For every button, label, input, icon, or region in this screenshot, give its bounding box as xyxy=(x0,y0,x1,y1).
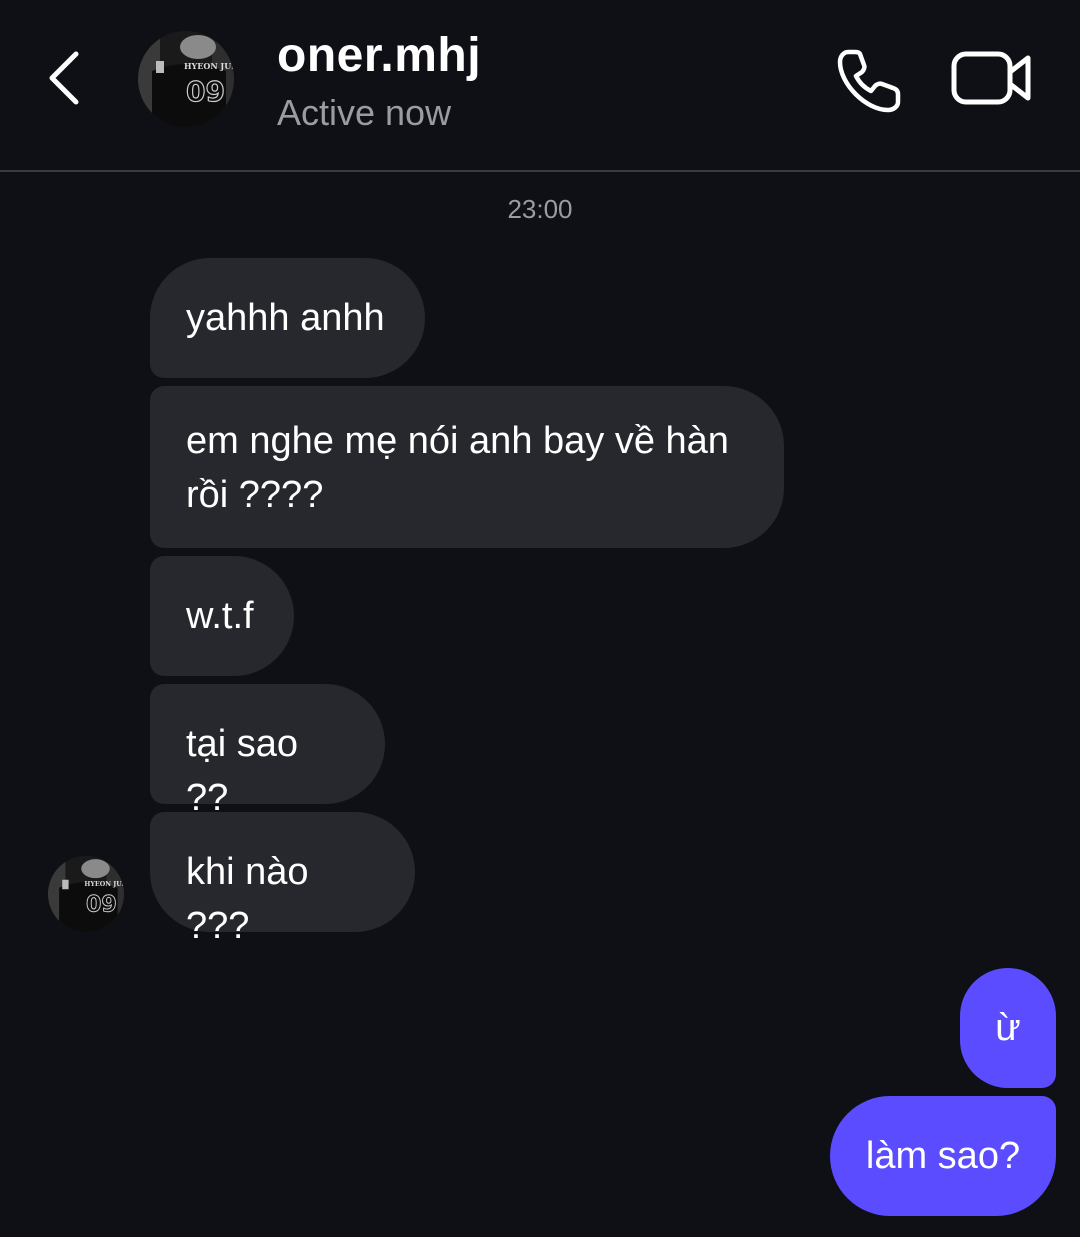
incoming-message[interactable]: w.t.f xyxy=(150,556,294,676)
back-icon xyxy=(49,51,79,105)
back-button[interactable] xyxy=(36,46,92,110)
incoming-message[interactable]: khi nào ??? xyxy=(150,812,415,947)
avatar-image: HYEON JUN 09 xyxy=(138,31,234,127)
jersey-number-text: 09 xyxy=(186,75,225,108)
video-camera-icon xyxy=(951,51,1031,105)
active-status: Active now xyxy=(277,92,452,133)
phone-icon xyxy=(837,49,901,113)
jersey-number-text: 09 xyxy=(86,891,117,917)
contact-avatar[interactable]: HYEON JUN 09 xyxy=(138,31,234,127)
video-call-button[interactable] xyxy=(948,46,1036,110)
avatar-image: HYEON JUN 09 xyxy=(48,856,124,932)
sender-avatar[interactable]: HYEON JUN 09 xyxy=(48,856,124,932)
chat-header: HYEON JUN 09 oner.mhj Active now xyxy=(0,0,1080,172)
jersey-name-text: HYEON JUN xyxy=(184,61,234,71)
message-timestamp: 23:00 xyxy=(507,194,573,224)
incoming-message[interactable]: yahhh anhh xyxy=(150,258,425,378)
jersey-name-text: HYEON JUN xyxy=(84,881,124,888)
outgoing-message[interactable]: làm sao? xyxy=(830,1096,1056,1216)
outgoing-message[interactable]: ừ xyxy=(960,968,1056,1088)
contact-name[interactable]: oner.mhj xyxy=(277,28,481,83)
incoming-message[interactable]: em nghe mẹ nói anh bay về hàn rồi ???? xyxy=(150,386,784,548)
voice-call-button[interactable] xyxy=(834,44,906,116)
incoming-message[interactable]: tại sao ?? xyxy=(150,684,385,819)
